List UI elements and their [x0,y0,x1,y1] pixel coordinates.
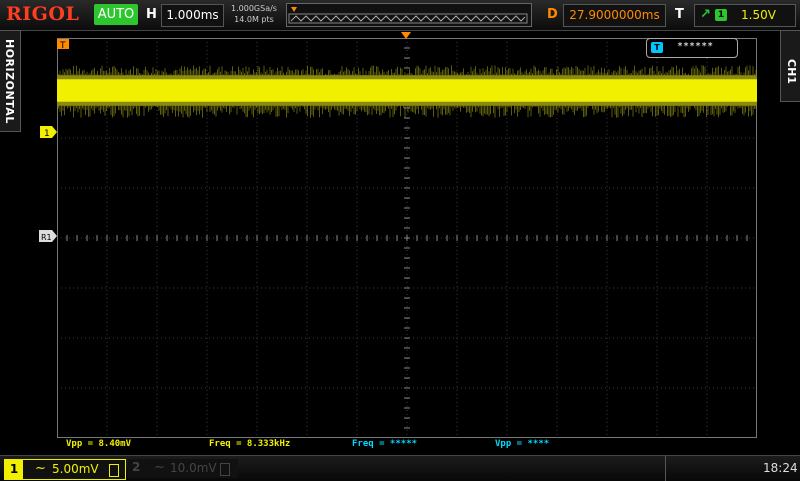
bandwidth-limit-icon [220,463,230,476]
trigger-position-arrow [401,32,411,39]
ac-coupling-icon: ~ [154,460,165,475]
channel-1-scale: 5.00mV [52,462,99,476]
bandwidth-limit-icon [109,464,119,477]
channel-1-status[interactable]: 1 ~ 5.00mV [4,459,126,480]
horizontal-tab-label: HORIZONTAL [3,39,16,124]
measurement-vpp-ch2: Vpp = **** [495,439,550,449]
horizontal-label: H [146,7,157,22]
trigger-source-badge: 1 [715,9,727,21]
horizontal-delay-value[interactable]: 27.9000000ms [563,4,666,27]
marker-column: 1 R1 [39,126,57,242]
trace-band [57,79,757,102]
overview-trigger-marker [291,7,297,12]
bottom-divider [665,456,666,481]
measurement-vpp-ch1: Vpp = 8.40mV [66,439,132,449]
bottom-bar-spacer [240,456,660,481]
trigger-time-marker: T [57,39,69,51]
sample-rate: 1.000GSa/s [231,4,277,13]
ch1-marker: 1 [40,126,57,139]
waveform-display[interactable] [57,38,757,438]
channel-1-number: 1 [5,460,23,479]
top-status-bar: RIGOL AUTO H 1.000ms 1.000GSa/s 14.0M pt… [0,0,800,31]
system-clock: 18:24 [763,461,798,475]
trigger-status-icon: T [651,42,663,53]
ac-coupling-icon: ~ [35,461,46,476]
sample-info: 1.000GSa/s 14.0M pts [226,3,282,25]
svg-text:T: T [59,41,66,51]
trigger-level: 1.50V [741,8,776,22]
ch1-marker-label: 1 [44,129,50,139]
ch1-trace [57,65,757,118]
delay-label: D [547,7,558,22]
info-box-text: ****** [677,41,714,52]
ref-marker-label: R1 [41,233,52,242]
channel-2-number: 2 [132,460,141,474]
brand-logo: RIGOL [6,3,80,25]
measurement-freq-ch1: Freq = 8.333kHz [209,439,291,449]
trigger-label: T [675,7,684,22]
channel-menu-tab[interactable]: CH1 [780,30,800,102]
channel-tab-label: CH1 [785,59,798,84]
measurement-freq-ch2: Freq = ***** [352,439,418,449]
run-mode-badge[interactable]: AUTO [94,4,138,25]
waveform-overview[interactable] [286,3,532,27]
channel-2-scale: 10.0mV [170,461,217,475]
trigger-panel[interactable]: ↗ 1 1.50V [694,4,796,27]
overview-graphic [288,7,528,24]
ref-marker: R1 [39,230,57,242]
info-box[interactable]: T ****** [646,38,738,58]
bottom-channel-bar: 1 ~ 5.00mV 2 ~ 10.0mV 18:24 [0,455,800,481]
horizontal-menu-tab[interactable]: HORIZONTAL [0,30,21,132]
rising-edge-icon: ↗ [700,7,711,22]
timebase-value[interactable]: 1.000ms [161,4,224,27]
memory-depth: 14.0M pts [234,15,274,24]
channel-2-status[interactable]: 2 ~ 10.0mV [128,459,238,478]
